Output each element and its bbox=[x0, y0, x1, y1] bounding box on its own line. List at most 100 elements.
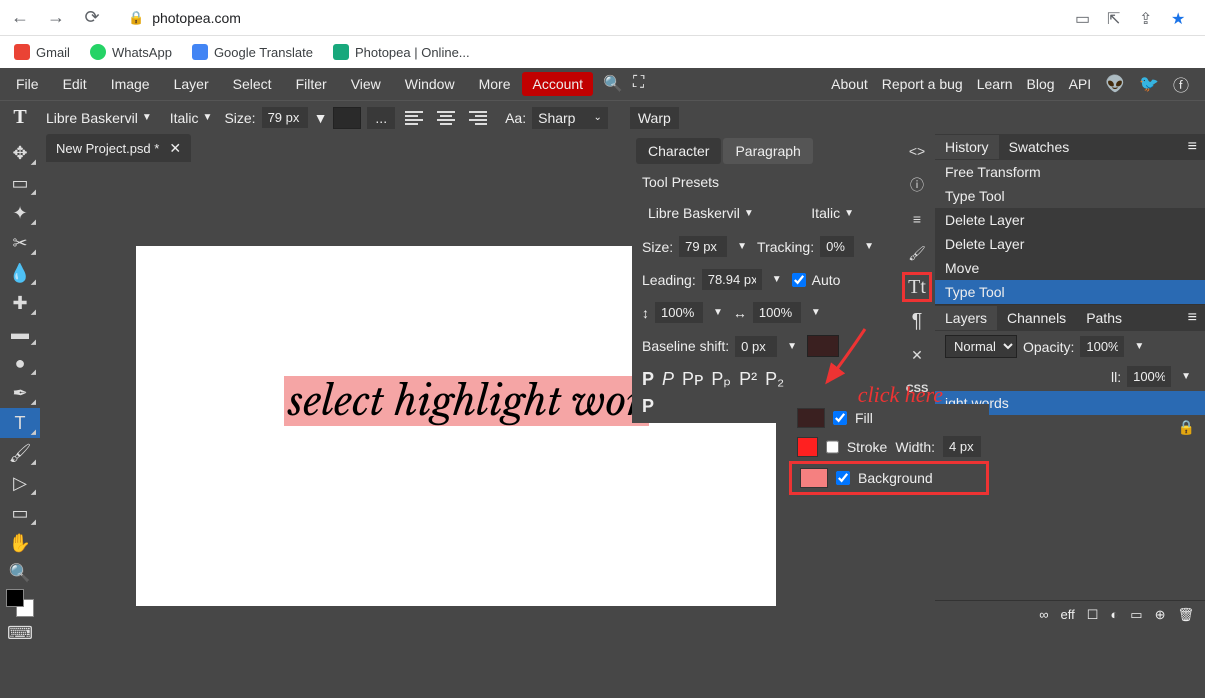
heal-tool[interactable]: ✚◢ bbox=[0, 288, 40, 318]
reddit-icon[interactable]: 👽 bbox=[1105, 74, 1125, 94]
type-tool[interactable]: T◢ bbox=[0, 408, 40, 438]
panel-vscale-input[interactable] bbox=[655, 302, 703, 323]
blur-tool[interactable]: ●◢ bbox=[0, 348, 40, 378]
nav-back-button[interactable]: ← bbox=[8, 6, 32, 30]
fill-swatch[interactable] bbox=[797, 408, 825, 428]
font-size-input[interactable] bbox=[262, 107, 308, 128]
menu-window[interactable]: Window bbox=[393, 72, 467, 96]
crop-tool[interactable]: ✂◢ bbox=[0, 228, 40, 258]
mask-icon[interactable]: ☐ bbox=[1084, 607, 1102, 623]
trash-icon[interactable]: 🗑 bbox=[1174, 607, 1197, 623]
install-icon[interactable]: ⇱ bbox=[1107, 9, 1125, 27]
panel-tracking-dd[interactable]: ▼ bbox=[860, 241, 878, 252]
font-family-dropdown[interactable]: Libre Baskervil ▼ bbox=[40, 107, 158, 129]
eyedropper-tool[interactable]: 💧◢ bbox=[0, 258, 40, 288]
background-swatch[interactable] bbox=[800, 468, 828, 488]
shape-tool[interactable]: ▭◢ bbox=[0, 498, 40, 528]
strip-brush[interactable]: 🖌 bbox=[902, 238, 932, 268]
panel-baseline-input[interactable] bbox=[735, 336, 777, 357]
antialias-dropdown[interactable]: Sharp ⌄ bbox=[532, 107, 608, 129]
keyboard-tool[interactable]: ⌨ bbox=[0, 618, 40, 648]
panel-menu-icon[interactable]: ≡ bbox=[1180, 138, 1205, 156]
document-tab[interactable]: New Project.psd * ✕ bbox=[46, 134, 191, 162]
menu-more[interactable]: More bbox=[467, 72, 523, 96]
fx-icon[interactable]: eff bbox=[1058, 607, 1078, 623]
tab-channels[interactable]: Channels bbox=[997, 306, 1076, 330]
history-item[interactable]: Delete Layer bbox=[935, 232, 1205, 256]
twitter-icon[interactable]: 🐦 bbox=[1139, 74, 1159, 94]
tool-presets-label[interactable]: Tool Presets bbox=[632, 168, 870, 196]
history-item[interactable]: Type Tool bbox=[935, 184, 1205, 208]
warp-button[interactable]: Warp bbox=[630, 107, 679, 129]
new-layer-icon[interactable]: ⊕ bbox=[1152, 607, 1169, 623]
more-options-button[interactable]: ... bbox=[367, 107, 395, 129]
tab-character[interactable]: Character bbox=[636, 138, 721, 164]
stroke-swatch[interactable] bbox=[797, 437, 818, 457]
text-color-swatch[interactable] bbox=[333, 107, 361, 129]
bookmark-translate[interactable]: Google Translate bbox=[192, 44, 313, 60]
strip-paragraph[interactable]: ¶ bbox=[902, 306, 932, 336]
canvas-text[interactable]: select highlight wor bbox=[284, 376, 649, 426]
nav-forward-button[interactable]: → bbox=[44, 6, 68, 30]
tab-swatches[interactable]: Swatches bbox=[999, 135, 1080, 159]
tab-paragraph[interactable]: Paragraph bbox=[723, 138, 812, 164]
adjustment-icon[interactable]: ◐ bbox=[1107, 607, 1121, 623]
bookmark-whatsapp[interactable]: WhatsApp bbox=[90, 44, 172, 60]
stroke-width-input[interactable] bbox=[943, 436, 981, 457]
link-icon[interactable]: ∞ bbox=[1036, 607, 1051, 623]
star-icon[interactable]: ★ bbox=[1171, 9, 1189, 27]
path-select-tool[interactable]: ▷◢ bbox=[0, 468, 40, 498]
panel-leading-input[interactable] bbox=[702, 269, 762, 290]
brush-tool[interactable]: ▬◢ bbox=[0, 318, 40, 348]
history-item[interactable]: Type Tool bbox=[935, 280, 1205, 304]
hand-tool[interactable]: ✋ bbox=[0, 528, 40, 558]
strip-code[interactable]: <> bbox=[902, 136, 932, 166]
fill-opacity-input[interactable] bbox=[1127, 366, 1171, 387]
panel-tracking-input[interactable] bbox=[820, 236, 854, 257]
fill-checkbox[interactable] bbox=[833, 411, 847, 425]
menu-blog[interactable]: Blog bbox=[1027, 76, 1055, 92]
bookmark-photopea[interactable]: Photopea | Online... bbox=[333, 44, 470, 60]
glyph-superscript[interactable]: P² bbox=[739, 369, 757, 390]
bookmark-gmail[interactable]: Gmail bbox=[14, 44, 70, 60]
menu-learn[interactable]: Learn bbox=[977, 76, 1013, 92]
menu-report[interactable]: Report a bug bbox=[882, 76, 963, 92]
tab-paths[interactable]: Paths bbox=[1076, 306, 1132, 330]
strip-lines[interactable]: ≡ bbox=[902, 204, 932, 234]
glyph-bold[interactable]: P bbox=[642, 369, 654, 390]
font-style-dropdown[interactable]: Italic ▼ bbox=[164, 107, 219, 129]
align-center-button[interactable] bbox=[433, 107, 459, 129]
panel-style-dropdown[interactable]: Italic ▼ bbox=[805, 202, 860, 224]
marquee-tool[interactable]: ▭◢ bbox=[0, 168, 40, 198]
nav-reload-button[interactable]: ⟳ bbox=[80, 6, 104, 30]
history-item[interactable]: Delete Layer bbox=[935, 208, 1205, 232]
menu-filter[interactable]: Filter bbox=[284, 72, 339, 96]
search-icon[interactable]: 🔍 bbox=[603, 74, 623, 94]
zoom-tool[interactable]: 🔍 bbox=[0, 558, 40, 588]
share-icon[interactable]: ⇪ bbox=[1139, 9, 1157, 27]
tab-history[interactable]: History bbox=[935, 135, 999, 159]
history-item[interactable]: Free Transform bbox=[935, 160, 1205, 184]
align-left-button[interactable] bbox=[401, 107, 427, 129]
panel-size-dd[interactable]: ▼ bbox=[733, 241, 751, 252]
panel-hscale-input[interactable] bbox=[753, 302, 801, 323]
menu-image[interactable]: Image bbox=[99, 72, 162, 96]
color-swatches-tool[interactable] bbox=[0, 588, 40, 618]
history-item[interactable]: Move bbox=[935, 256, 1205, 280]
clone-tool[interactable]: 🖌◢ bbox=[0, 438, 40, 468]
move-tool[interactable]: ✥◢ bbox=[0, 138, 40, 168]
pen-tool[interactable]: ✒◢ bbox=[0, 378, 40, 408]
glyph-sub2[interactable]: P₂ bbox=[765, 369, 784, 390]
tab-icon[interactable]: ▭ bbox=[1075, 9, 1093, 27]
opacity-input[interactable] bbox=[1080, 336, 1124, 357]
menu-file[interactable]: File bbox=[4, 72, 51, 96]
glyph-italic[interactable]: P bbox=[662, 369, 674, 390]
menu-select[interactable]: Select bbox=[221, 72, 284, 96]
facebook-icon[interactable]: ⓕ bbox=[1173, 72, 1189, 96]
menu-api[interactable]: API bbox=[1069, 76, 1092, 92]
blend-mode-select[interactable]: Normal bbox=[945, 335, 1017, 358]
menu-edit[interactable]: Edit bbox=[51, 72, 99, 96]
menu-layer[interactable]: Layer bbox=[162, 72, 221, 96]
strip-character[interactable]: Tt bbox=[902, 272, 932, 302]
close-icon[interactable]: ✕ bbox=[169, 140, 181, 157]
